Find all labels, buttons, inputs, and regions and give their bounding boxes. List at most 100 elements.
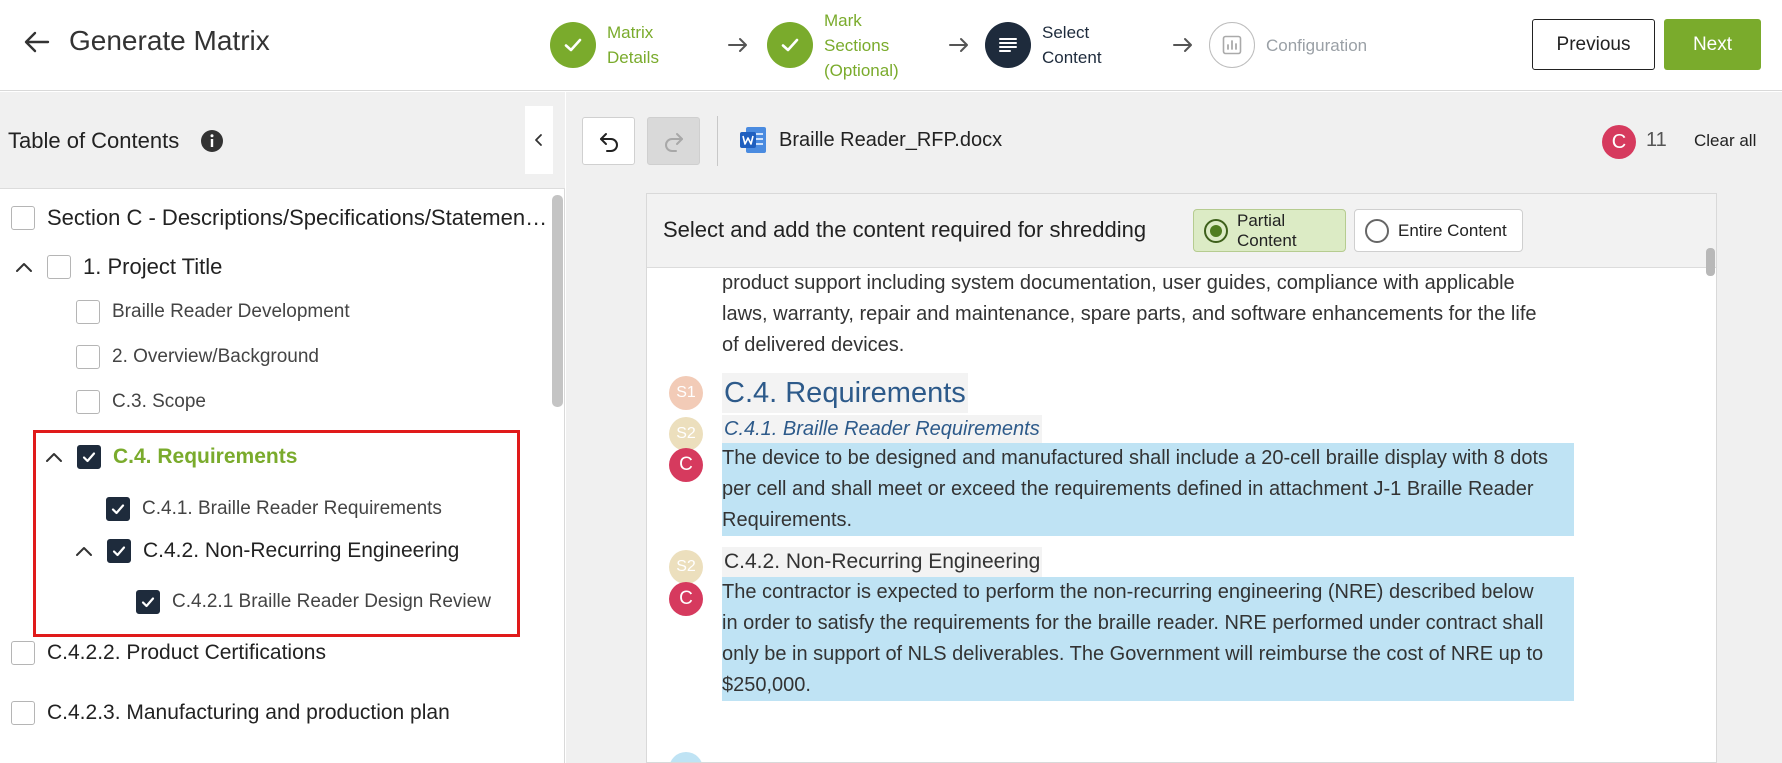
redo-button[interactable] [647, 117, 700, 165]
step-mark-sections[interactable]: Mark Sections (Optional) [767, 11, 899, 80]
checkbox[interactable] [47, 255, 71, 279]
step-label: Mark Sections (Optional) [824, 10, 899, 80]
document-toolbar: Braille Reader_RFP.docx C 11 Clear all [566, 92, 1782, 189]
previous-button[interactable]: Previous [1532, 19, 1655, 70]
info-icon[interactable] [200, 129, 224, 153]
toc-item-label: C.4.2.2. Product Certifications [47, 641, 326, 664]
document-viewer: Select and add the content required for … [646, 193, 1717, 763]
checkbox[interactable] [76, 390, 100, 414]
check-icon [111, 504, 125, 515]
checkbox-checked[interactable] [106, 497, 130, 521]
checkbox-checked[interactable] [136, 590, 160, 614]
word-document-icon [738, 125, 768, 155]
toc-item-label: C.4.2. Non-Recurring Engineering [143, 539, 460, 562]
document-panel: Braille Reader_RFP.docx C 11 Clear all S… [566, 92, 1782, 763]
clear-all-link[interactable]: Clear all [1694, 131, 1756, 151]
checkbox[interactable] [76, 345, 100, 369]
collapse-panel-button[interactable] [525, 106, 553, 174]
content-mode-bar: Select and add the content required for … [647, 194, 1716, 268]
toc-item[interactable]: C.4.2.1 Braille Reader Design Review [136, 585, 491, 619]
document-lines-icon [985, 22, 1031, 68]
toc-list: Section C - Descriptions/Specifications/… [0, 189, 548, 763]
toc-scrollbar[interactable] [552, 195, 563, 407]
section-badge-s1: S1 [669, 376, 703, 410]
chevron-up-icon[interactable] [73, 540, 95, 562]
toc-title: Table of Contents [8, 128, 180, 153]
step-label: Matrix Details [607, 23, 659, 67]
step-configuration[interactable]: Configuration [1209, 21, 1367, 69]
toc-item-label: C.4.1. Braille Reader Requirements [142, 498, 442, 519]
chevron-up-icon[interactable] [43, 446, 65, 468]
section-heading[interactable]: C.4. Requirements [722, 373, 968, 413]
file-name: Braille Reader_RFP.docx [779, 129, 1003, 151]
arrow-right-icon [1172, 34, 1194, 56]
toc-item[interactable]: C.4.2.2. Product Certifications [11, 636, 326, 670]
content-badge: C [669, 448, 703, 482]
undo-button[interactable] [582, 117, 635, 165]
check-icon [767, 22, 813, 68]
toc-item-label: Braille Reader Development [112, 301, 350, 322]
paragraph[interactable]: product support including system documen… [722, 268, 1537, 361]
arrow-right-icon [727, 34, 749, 56]
partial-content-option[interactable]: Partial Content [1193, 209, 1346, 252]
checkbox-checked[interactable] [77, 445, 101, 469]
page-title: Generate Matrix [69, 25, 270, 56]
document-scrollbar[interactable] [1706, 248, 1715, 276]
highlighted-paragraph[interactable]: The contractor is expected to perform th… [722, 577, 1574, 701]
back-arrow-icon[interactable] [22, 27, 52, 57]
checkbox[interactable] [11, 206, 35, 230]
toc-item-label: C.4. Requirements [113, 445, 298, 468]
toc-item[interactable]: C.4.2. Non-Recurring Engineering [107, 534, 459, 568]
redo-icon [664, 133, 683, 152]
step-matrix-details[interactable]: Matrix Details [550, 21, 659, 69]
chevron-up-icon[interactable] [13, 256, 35, 278]
step-label: Configuration [1266, 35, 1368, 55]
toc-item-label: Section C - Descriptions/Specifications/… [47, 205, 548, 230]
toc-item-label: C.4.2.3. Manufacturing and production pl… [47, 701, 450, 724]
section-badge-s2: S2 [669, 417, 703, 451]
subsection-heading[interactable]: C.4.2. Non-Recurring Engineering [722, 547, 1043, 577]
check-icon [141, 597, 155, 608]
instruction-text: Select and add the content required for … [663, 217, 1147, 242]
content-badge: C [669, 582, 703, 616]
toc-item-label: 1. Project Title [83, 254, 223, 279]
radio-unselected [1365, 218, 1389, 243]
checkbox-checked[interactable] [107, 539, 131, 563]
subsection-heading[interactable]: C.4.1. Braille Reader Requirements [722, 415, 1042, 443]
arrow-right-icon [948, 34, 970, 56]
toc-item[interactable]: 1. Project Title [47, 250, 222, 284]
entire-content-option[interactable]: Entire Content [1354, 209, 1523, 252]
toc-item[interactable]: Braille Reader Development [76, 295, 350, 329]
toc-item[interactable]: Section C - Descriptions/Specifications/… [11, 201, 548, 235]
section-badge-s2: S2 [669, 550, 703, 584]
chart-icon [1209, 22, 1255, 68]
content-badge: C [1602, 125, 1636, 159]
next-button[interactable]: Next [1664, 19, 1761, 70]
toc-item[interactable]: C.4.2.3. Manufacturing and production pl… [11, 696, 450, 730]
document-body: product support including system documen… [647, 268, 1716, 762]
radio-selected [1204, 218, 1228, 243]
toolbar-divider [717, 116, 718, 166]
toc-header: Table of Contents [0, 92, 565, 189]
toc-item[interactable]: C.3. Scope [76, 385, 206, 419]
app-header: Generate Matrix Matrix Details Mark Sect… [0, 0, 1782, 91]
toc-item[interactable]: 2. Overview/Background [76, 340, 319, 374]
checkbox[interactable] [11, 641, 35, 665]
undo-icon [599, 133, 618, 152]
checkbox[interactable] [11, 701, 35, 725]
check-icon [82, 452, 96, 463]
check-icon [550, 22, 596, 68]
toc-item-label: C.3. Scope [112, 391, 206, 412]
toc-item-label: C.4.2.1 Braille Reader Design Review [172, 591, 491, 612]
check-icon [112, 546, 126, 557]
section-badge [669, 752, 703, 762]
step-select-content[interactable]: Select Content [985, 21, 1102, 69]
chevron-left-icon [535, 134, 542, 146]
toc-item[interactable]: C.4.1. Braille Reader Requirements [106, 492, 442, 526]
step-label: Select Content [1042, 23, 1102, 67]
toc-item[interactable]: C.4. Requirements [77, 440, 297, 474]
selected-count: 11 [1646, 129, 1667, 151]
toc-panel: Table of Contents Section C - Descriptio… [0, 92, 565, 763]
highlighted-paragraph[interactable]: The device to be designed and manufactur… [722, 443, 1574, 536]
checkbox[interactable] [76, 300, 100, 324]
